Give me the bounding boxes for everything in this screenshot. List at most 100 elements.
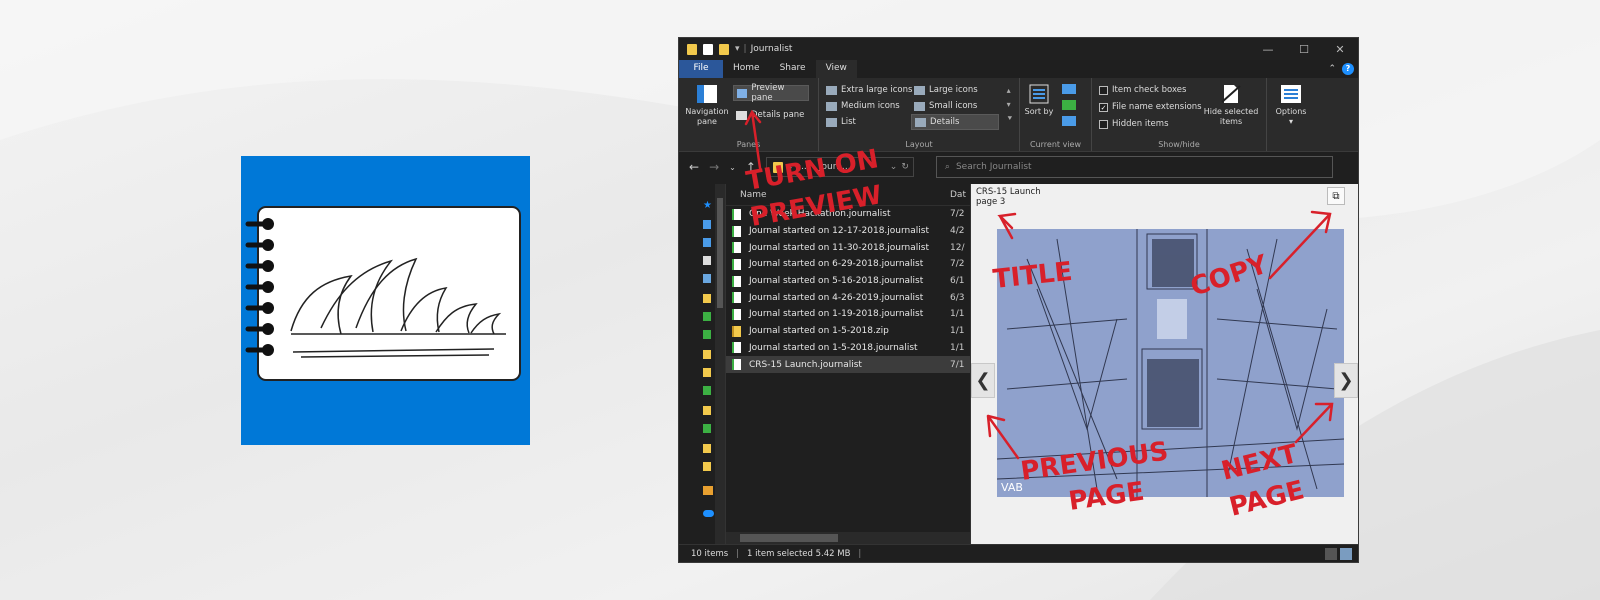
nav-folder-icon[interactable]	[703, 294, 711, 303]
minimize-button[interactable]: —	[1250, 43, 1286, 56]
file-name: Journal started on 4-26-2019.journalist	[749, 292, 924, 303]
file-row[interactable]: Journal started on 12-17-2018.journalist…	[726, 223, 970, 240]
nav-document-icon[interactable]	[703, 256, 711, 265]
panes-group-label: Panes	[736, 140, 761, 149]
extra-large-icons-icon	[826, 85, 837, 95]
recent-locations-icon[interactable]: ⌄	[729, 163, 736, 172]
file-name-extensions-toggle[interactable]: ✓ File name extensions	[1096, 99, 1205, 115]
nav-folder-icon[interactable]	[703, 406, 711, 415]
file-date: 7/2	[950, 259, 965, 270]
file-row[interactable]: Journal started on 4-26-2019.journalist 6…	[726, 289, 970, 306]
item-check-boxes-toggle[interactable]: Item check boxes	[1096, 82, 1189, 98]
layout-group: Extra large icons Large icons Medium ico…	[819, 78, 1020, 151]
nav-zip-folder-icon[interactable]	[703, 486, 713, 495]
list-view-icon	[826, 117, 837, 127]
nav-folder-icon[interactable]	[703, 220, 711, 229]
tab-view[interactable]: View	[815, 60, 857, 78]
journal-file-icon	[732, 242, 741, 254]
file-date: 12/	[950, 242, 965, 253]
item-count: 10 items	[691, 548, 729, 559]
copy-button[interactable]: ⧉	[1327, 187, 1345, 205]
navigation-pane-button[interactable]: Navigation pane	[683, 78, 731, 127]
tab-home[interactable]: Home	[723, 60, 770, 78]
new-folder-icon[interactable]	[719, 43, 729, 55]
previous-page-button[interactable]: ❮	[971, 363, 995, 398]
customize-toolbar-icon[interactable]: ▾	[735, 44, 740, 54]
address-dropdown-icon[interactable]: ⌄	[890, 162, 898, 172]
tab-share[interactable]: Share	[770, 60, 816, 78]
nav-download-icon[interactable]	[703, 238, 711, 247]
nav-folder-icon[interactable]	[703, 386, 711, 395]
forward-arrow-icon[interactable]: →	[709, 160, 719, 174]
hidden-items-toggle[interactable]: Hidden items	[1096, 116, 1172, 132]
details-pane-button[interactable]: Details pane	[733, 107, 809, 123]
file-row[interactable]: Journal started on 1-5-2018.journalist 1/…	[726, 340, 970, 357]
column-date-header[interactable]: Dat	[950, 190, 966, 200]
layout-list[interactable]: List	[823, 114, 859, 130]
nav-folder-icon[interactable]	[703, 350, 711, 359]
details-view-toggle-icon[interactable]	[1325, 547, 1337, 560]
chevron-right-icon: ❯	[1338, 370, 1354, 391]
nav-folder-icon[interactable]	[703, 462, 711, 471]
properties-icon[interactable]	[703, 43, 713, 55]
close-button[interactable]: ✕	[1322, 43, 1358, 56]
add-columns-icon[interactable]	[1062, 100, 1076, 110]
ribbon-tabs: File Home Share View ⌃ ?	[679, 60, 1358, 78]
refresh-icon[interactable]: ↻	[901, 162, 913, 172]
next-page-button[interactable]: ❯	[1334, 363, 1358, 398]
large-icons-toggle-icon[interactable]	[1340, 547, 1352, 560]
tab-file[interactable]: File	[679, 60, 723, 78]
nav-pictures-icon[interactable]	[703, 274, 711, 283]
layout-extra-large-icons[interactable]: Extra large icons	[823, 82, 915, 98]
journal-file-icon	[732, 308, 741, 320]
file-row[interactable]: Journal started on 5-16-2018.journalist 6…	[726, 273, 970, 290]
layout-details[interactable]: Details	[911, 114, 999, 130]
help-icon[interactable]: ?	[1342, 63, 1354, 75]
layout-large-icons[interactable]: Large icons	[911, 82, 981, 98]
search-input[interactable]: ⌕ Search Journalist	[935, 156, 1333, 178]
file-name: CRS-15 Launch.journalist	[749, 359, 862, 370]
copy-icon: ⧉	[1332, 190, 1340, 202]
nav-folder-icon[interactable]	[703, 444, 711, 453]
nav-scrollbar-thumb[interactable]	[717, 198, 723, 308]
file-row[interactable]: Journal started on 6-29-2018.journalist 7…	[726, 256, 970, 273]
quick-access-star-icon[interactable]: ★	[703, 200, 712, 211]
nav-folder-icon[interactable]	[703, 424, 711, 433]
column-name-header[interactable]: Name	[740, 190, 767, 200]
up-arrow-icon[interactable]: ↑	[746, 160, 756, 174]
back-arrow-icon[interactable]: ←	[689, 160, 699, 174]
file-name: Journal started on 5-16-2018.journalist	[749, 276, 924, 287]
zip-file-icon	[732, 325, 741, 337]
file-row[interactable]: CRS-15 Launch.journalist 7/1	[726, 356, 970, 373]
layout-option-label: Large icons	[929, 85, 978, 95]
nav-folder-icon[interactable]	[703, 312, 711, 321]
file-row[interactable]: Journal started on 1-19-2018.journalist 1…	[726, 306, 970, 323]
layout-scroll-icon[interactable]: ▴ ▾ ⯆	[1007, 84, 1013, 126]
collapse-ribbon-icon[interactable]: ⌃	[1328, 64, 1336, 74]
options-button[interactable]: Options ▾	[1271, 78, 1311, 127]
panes-group: Navigation pane Preview pane Details pan…	[679, 78, 819, 151]
status-divider: |	[858, 548, 862, 559]
file-row[interactable]: Journal started on 11-30-2018.journalist…	[726, 239, 970, 256]
file-row[interactable]: One Week Hackathon.journalist 7/2	[726, 206, 970, 223]
sort-by-button[interactable]: Sort by	[1024, 78, 1054, 117]
layout-medium-icons[interactable]: Medium icons	[823, 98, 903, 114]
horizontal-scrollbar[interactable]	[726, 532, 970, 544]
ribbon: Navigation pane Preview pane Details pan…	[679, 78, 1358, 152]
hide-selected-items-button[interactable]: Hide selected items	[1200, 78, 1262, 127]
horizontal-scrollbar-thumb[interactable]	[740, 534, 838, 542]
file-name: One Week Hackathon.journalist	[749, 209, 891, 220]
nav-scrollbar[interactable]	[715, 184, 725, 544]
size-columns-icon[interactable]	[1062, 116, 1076, 126]
preview-title-name: CRS-15 Launch	[976, 187, 1041, 197]
details-pane-icon	[736, 110, 747, 120]
file-row[interactable]: Journal started on 1-5-2018.zip 1/1	[726, 323, 970, 340]
maximize-button[interactable]: ☐	[1286, 43, 1322, 56]
onedrive-icon[interactable]	[703, 510, 714, 517]
layout-small-icons[interactable]: Small icons	[911, 98, 980, 114]
nav-folder-icon[interactable]	[703, 330, 711, 339]
preview-pane-button[interactable]: Preview pane	[733, 83, 809, 103]
group-by-icon[interactable]	[1062, 84, 1076, 94]
address-bar[interactable]: « p... › Journ... ⌄ ↻	[765, 157, 914, 177]
nav-folder-icon[interactable]	[703, 368, 711, 377]
